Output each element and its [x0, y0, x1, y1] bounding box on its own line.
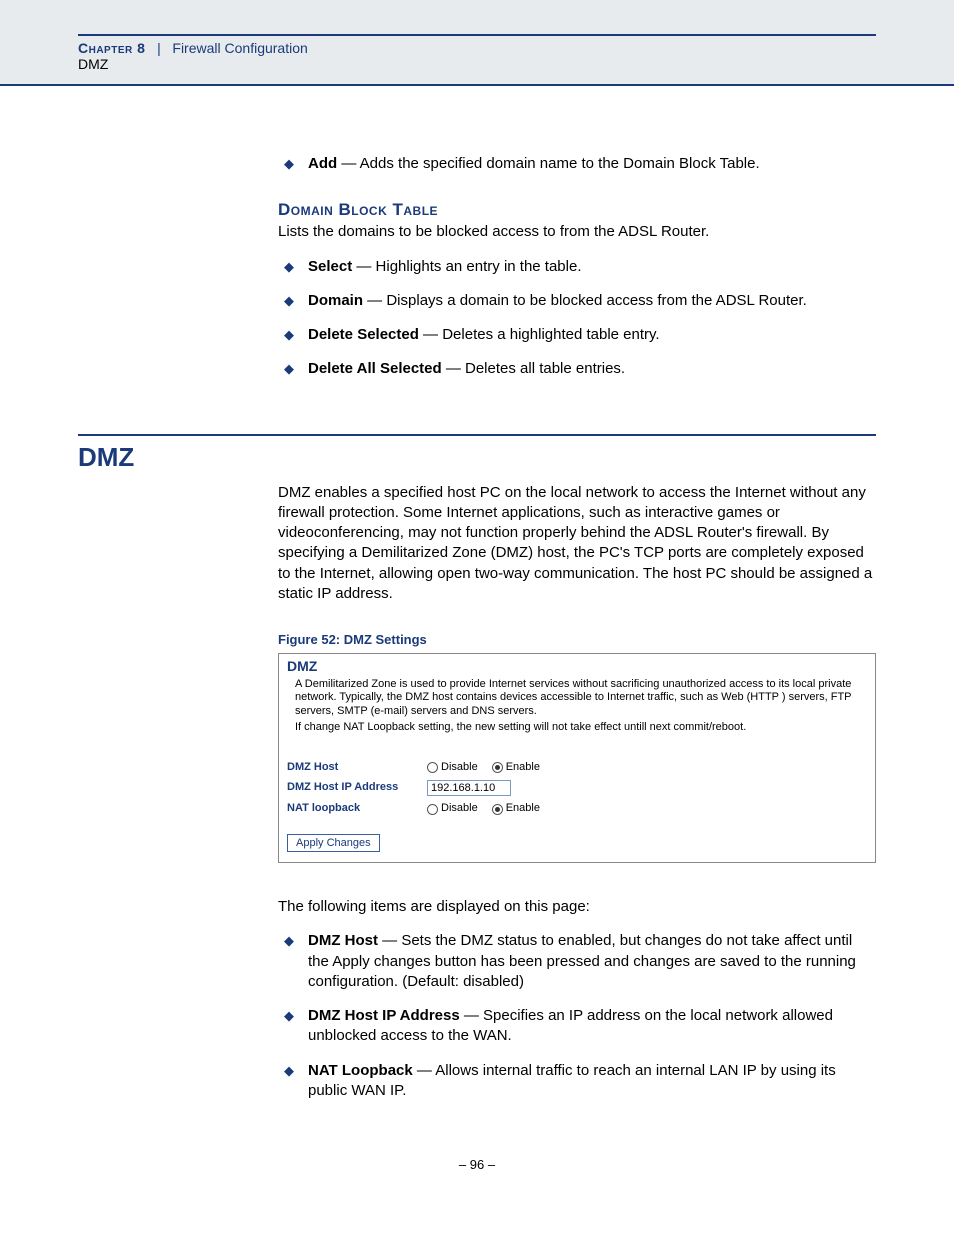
- domain-block-intro: Lists the domains to be blocked access t…: [278, 222, 876, 242]
- figure-caption: Figure 52: DMZ Settings: [278, 632, 876, 647]
- radio-icon: [427, 762, 438, 773]
- radio-dmz-host-disable[interactable]: Disable: [427, 761, 478, 775]
- label-dmz-ip: DMZ Host IP Address: [287, 781, 427, 795]
- term-domain: Domain: [308, 292, 363, 309]
- radio-label: Disable: [441, 802, 478, 816]
- radio-dmz-host-enable[interactable]: Enable: [492, 761, 540, 775]
- row-nat-loopback: NAT loopback Disable Enable: [287, 802, 867, 816]
- dmz-heading: DMZ: [78, 442, 876, 473]
- section-rule: [78, 434, 876, 436]
- chapter-prefix: Chapter 8: [78, 40, 145, 56]
- row-dmz-host: DMZ Host Disable Enable: [287, 761, 867, 775]
- figure-title: DMZ: [287, 658, 867, 676]
- figure-desc-1: A Demilitarized Zone is used to provide …: [295, 678, 867, 719]
- radio-nat-enable[interactable]: Enable: [492, 802, 540, 816]
- desc-domain: — Displays a domain to be blocked access…: [363, 292, 807, 309]
- dmz-items-list: DMZ Host — Sets the DMZ status to enable…: [278, 931, 876, 1101]
- radio-icon: [427, 804, 438, 815]
- term-select: Select: [308, 258, 352, 275]
- radio-label: Disable: [441, 761, 478, 775]
- term-add: Add: [308, 155, 337, 172]
- list-item: NAT Loopback — Allows internal traffic t…: [278, 1061, 876, 1102]
- domain-block-list: Select — Highlights an entry in the tabl…: [278, 257, 876, 380]
- list-item: Select — Highlights an entry in the tabl…: [278, 257, 876, 277]
- list-item: Delete All Selected — Deletes all table …: [278, 359, 876, 379]
- page-number: – 96 –: [78, 1157, 876, 1202]
- radio-label: Enable: [506, 761, 540, 775]
- top-bullet-list: Add — Adds the specified domain name to …: [278, 154, 876, 174]
- header-rule: [78, 34, 876, 36]
- term-delete-all: Delete All Selected: [308, 360, 442, 377]
- radio-icon: [492, 804, 503, 815]
- domain-block-heading: Domain Block Table: [278, 200, 876, 220]
- chapter-subtitle: DMZ: [78, 56, 876, 72]
- dmz-intro: DMZ enables a specified host PC on the l…: [278, 483, 876, 605]
- list-item: Domain — Displays a domain to be blocked…: [278, 291, 876, 311]
- row-dmz-ip: DMZ Host IP Address: [287, 780, 867, 796]
- figure-desc-2: If change NAT Loopback setting, the new …: [295, 721, 867, 735]
- page-header: Chapter 8 | Firewall Configuration DMZ: [0, 0, 954, 86]
- label-dmz-host: DMZ Host: [287, 761, 427, 775]
- desc-select: — Highlights an entry in the table.: [352, 258, 581, 275]
- input-dmz-ip[interactable]: [427, 780, 511, 796]
- radio-icon: [492, 762, 503, 773]
- radio-nat-disable[interactable]: Disable: [427, 802, 478, 816]
- term-delete-selected: Delete Selected: [308, 326, 419, 343]
- list-item: DMZ Host — Sets the DMZ status to enable…: [278, 931, 876, 992]
- list-item: Add — Adds the specified domain name to …: [278, 154, 876, 174]
- term-dmz-ip: DMZ Host IP Address: [308, 1007, 460, 1024]
- desc-add: — Adds the specified domain name to the …: [337, 155, 759, 172]
- chapter-line: Chapter 8 | Firewall Configuration: [78, 40, 876, 56]
- dmz-following: The following items are displayed on thi…: [278, 897, 876, 917]
- term-dmz-host: DMZ Host: [308, 932, 378, 949]
- radio-label: Enable: [506, 802, 540, 816]
- desc-delete-selected: — Deletes a highlighted table entry.: [419, 326, 660, 343]
- desc-delete-all: — Deletes all table entries.: [442, 360, 625, 377]
- apply-changes-button[interactable]: Apply Changes: [287, 834, 380, 852]
- chapter-title: Firewall Configuration: [172, 40, 307, 56]
- term-nat-loopback: NAT Loopback: [308, 1062, 413, 1079]
- figure-dmz-settings: DMZ A Demilitarized Zone is used to prov…: [278, 653, 876, 863]
- list-item: DMZ Host IP Address — Specifies an IP ad…: [278, 1006, 876, 1047]
- list-item: Delete Selected — Deletes a highlighted …: [278, 325, 876, 345]
- chapter-separator: |: [157, 40, 161, 56]
- label-nat-loopback: NAT loopback: [287, 802, 427, 816]
- desc-dmz-host: — Sets the DMZ status to enabled, but ch…: [308, 932, 856, 990]
